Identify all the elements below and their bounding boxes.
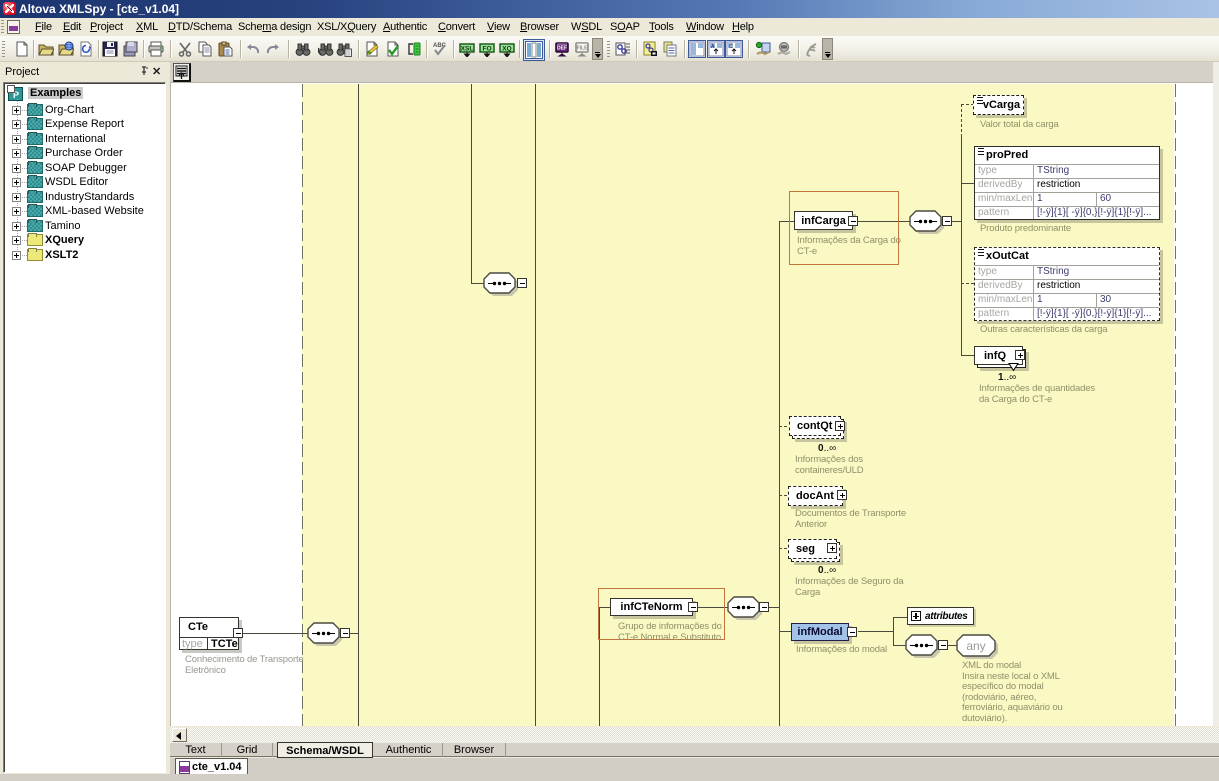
svg-text:XSL: XSL [461,46,474,53]
svg-text:DEF: DEF [557,46,567,52]
svg-text:any: any [966,639,985,653]
svg-text:C: C [729,44,733,50]
svg-text:FO: FO [482,46,491,53]
svg-text:FILE: FILE [577,46,588,52]
svg-text:XQ: XQ [502,46,511,53]
